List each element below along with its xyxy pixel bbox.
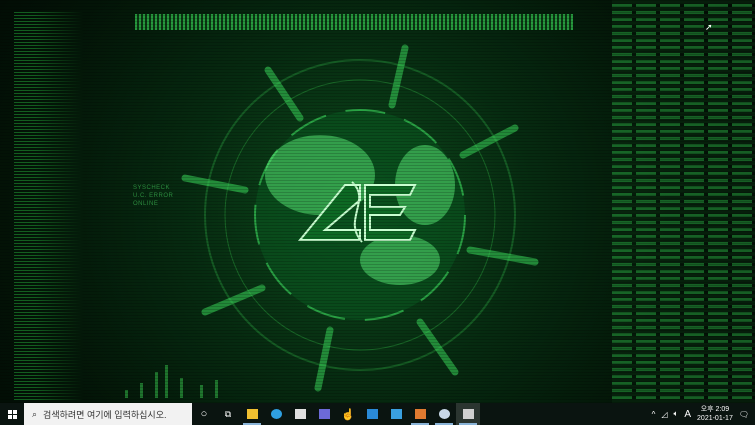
taskbar-app-mail[interactable] [360,403,384,425]
system-check-label: SYSCHECK U.C. ERROR ONLINE [133,184,173,208]
edge-icon [270,409,282,419]
notification-icon[interactable]: 🗨︎ [739,410,749,419]
taskbar-app-steam[interactable] [432,403,456,425]
label-line: SYSCHECK [133,185,171,191]
circle-icon: ○ [200,408,208,420]
game-splash-screen: SYSCHECK U.C. ERROR ONLINE ➚ [0,0,755,403]
taskbar-app-edge[interactable] [264,403,288,425]
clock[interactable]: 오후 2:09 2021-01-17 [697,405,733,423]
taskbar-app-hand[interactable]: ☝ [336,403,360,425]
system-tray: ^ ◿ 🔈︎ A 오후 2:09 2021-01-17 🗨︎ [652,405,755,423]
label-line: U.C. ERROR [133,193,174,199]
steam-icon [438,409,450,419]
store-icon [294,409,306,419]
network-icon[interactable]: ◿ [661,410,667,419]
mail-icon [366,409,378,419]
clock-time: 오후 2:09 [700,406,730,413]
taskbar-app-file-explorer[interactable] [240,403,264,425]
chevron-up-icon[interactable]: ^ [652,410,656,419]
app-icon [390,409,402,419]
taskbar-app-blue[interactable] [384,403,408,425]
search-box[interactable]: ⌕ 검색하려면 여기에 입력하십시오. [24,403,192,425]
start-button[interactable] [0,403,24,425]
taskbar: ⌕ 검색하려면 여기에 입력하십시오. ○ ⧉ ☝ ^ ◿ 🔈︎ A 오후 2:… [0,403,755,425]
windows-icon [7,409,17,419]
volume-icon[interactable]: 🔈︎ [674,409,679,419]
search-icon: ⌕ [32,408,38,419]
app-icon [318,409,330,419]
taskbar-app-game[interactable] [456,403,480,425]
search-placeholder: 검색하려면 여기에 입력하십시오. [43,409,167,420]
cortana-button[interactable]: ○ [192,403,216,425]
task-view-button[interactable]: ⧉ [216,403,240,425]
task-view-icon: ⧉ [224,408,232,419]
mouse-cursor-icon: ➚ [705,22,713,32]
taskbar-app-store[interactable] [288,403,312,425]
clock-date: 2021-01-17 [697,415,733,422]
game-icon [462,409,474,419]
folder-icon [246,409,258,419]
hand-icon: ☝ [341,408,355,421]
ime-indicator[interactable]: A [684,409,691,420]
app-icon [414,409,426,419]
label-line: ONLINE [133,201,159,207]
taskbar-app-orange[interactable] [408,403,432,425]
taskbar-app-purple[interactable] [312,403,336,425]
